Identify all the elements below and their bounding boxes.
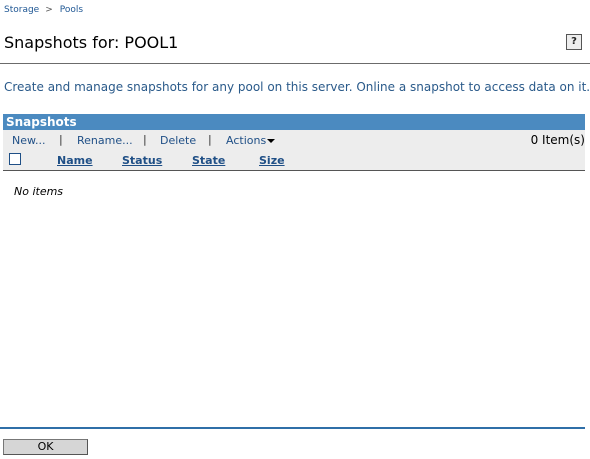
- breadcrumb-pools-link[interactable]: Pools: [60, 5, 83, 15]
- new-button[interactable]: New...: [12, 134, 45, 147]
- ok-button[interactable]: OK: [3, 439, 88, 455]
- actions-menu[interactable]: Actions: [226, 134, 276, 147]
- empty-list-message: No items: [14, 185, 64, 198]
- breadcrumb-storage-link[interactable]: Storage: [4, 5, 39, 15]
- select-all-checkbox[interactable]: [9, 153, 21, 165]
- toolbar-separator: |: [143, 133, 147, 146]
- snapshots-panel: Snapshots New... | Rename... | Delete | …: [3, 114, 585, 171]
- column-header-status[interactable]: Status: [122, 154, 162, 167]
- dropdown-arrow-icon: [267, 139, 276, 143]
- page-description: Create and manage snapshots for any pool…: [4, 80, 590, 94]
- toolbar-separator: |: [59, 133, 63, 146]
- item-count: 0 Item(s): [530, 133, 585, 147]
- page-title: Snapshots for: POOL1: [4, 33, 179, 52]
- toolbar: New... | Rename... | Delete | Actions 0 …: [3, 130, 585, 150]
- panel-title: Snapshots: [3, 114, 585, 130]
- column-header-name[interactable]: Name: [57, 154, 93, 167]
- footer-divider: [0, 427, 585, 429]
- rename-button[interactable]: Rename...: [77, 134, 133, 147]
- breadcrumb: Storage > Pools: [4, 5, 83, 15]
- actions-menu-label: Actions: [226, 134, 267, 147]
- column-header-row: Name Status State Size: [3, 150, 585, 171]
- title-divider: [0, 63, 590, 64]
- title-row: Snapshots for: POOL1 ?: [4, 33, 582, 55]
- breadcrumb-separator: >: [45, 5, 53, 15]
- help-icon[interactable]: ?: [566, 34, 582, 50]
- delete-button[interactable]: Delete: [160, 134, 196, 147]
- toolbar-separator: |: [208, 133, 212, 146]
- column-header-size[interactable]: Size: [259, 154, 285, 167]
- column-header-state[interactable]: State: [192, 154, 225, 167]
